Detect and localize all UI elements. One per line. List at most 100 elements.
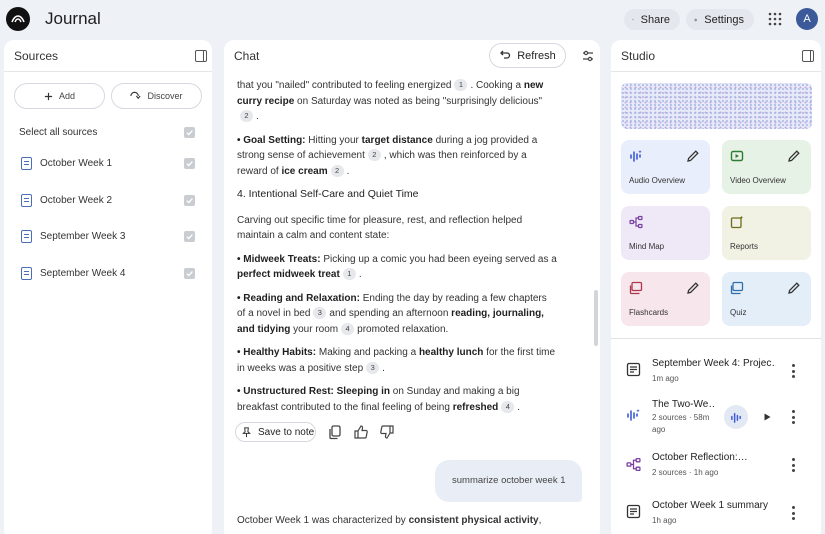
tile-label: Flashcards — [629, 308, 669, 317]
text: promoted relaxation. — [357, 323, 449, 335]
source-item[interactable]: September Week 3 — [4, 227, 212, 247]
studio-panel: Studio Audio Overview Video Overview Min… — [611, 40, 821, 534]
edit-pencil-icon[interactable] — [686, 149, 700, 163]
text: Making and packing a — [318, 347, 417, 358]
edit-pencil-icon[interactable] — [787, 281, 801, 295]
audio-overview-tile[interactable]: Audio Overview — [621, 140, 710, 194]
collapse-panel-icon[interactable] — [195, 50, 207, 62]
thumbs-down-icon[interactable] — [379, 424, 395, 440]
thumbs-up-icon[interactable] — [353, 424, 369, 440]
more-options-icon[interactable] — [790, 410, 796, 424]
refresh-button[interactable]: Refresh — [489, 43, 566, 68]
select-all-checkbox[interactable] — [184, 127, 195, 138]
citation-badge[interactable]: 3 — [366, 361, 380, 374]
source-checkbox[interactable] — [184, 268, 195, 279]
document-icon — [21, 267, 32, 280]
video-overview-tile[interactable]: Video Overview — [722, 140, 811, 194]
app-logo-icon[interactable] — [6, 7, 30, 31]
note-meta: 2 sources · 58m ago — [652, 413, 710, 434]
tile-label: Audio Overview — [629, 176, 686, 185]
settings-button[interactable]: Settings — [686, 9, 754, 30]
quiz-tile[interactable]: Quiz — [722, 272, 811, 326]
tile-label: Video Overview — [730, 176, 786, 185]
more-options-icon[interactable] — [790, 506, 796, 520]
pin-icon — [242, 426, 251, 437]
bold-text: Midweek Treats: — [243, 253, 321, 265]
response-bullet: • Unstructured Rest: Sleeping in on Sund… — [237, 384, 557, 415]
document-icon — [21, 194, 32, 207]
bold-text: target distance — [361, 134, 433, 146]
source-label: September Week 3 — [40, 231, 126, 242]
studio-header: Studio — [611, 40, 821, 72]
chat-scrollbar[interactable] — [594, 290, 598, 346]
settings-label: Settings — [704, 13, 744, 26]
citation-badge[interactable]: 4 — [341, 322, 355, 335]
response-bullet: • Reading and Relaxation: Ending the day… — [237, 291, 557, 338]
collapse-panel-icon[interactable] — [802, 50, 814, 62]
edit-pencil-icon[interactable] — [787, 149, 801, 163]
source-item[interactable]: October Week 2 — [4, 191, 212, 211]
source-checkbox[interactable] — [184, 158, 195, 169]
citation-badge[interactable]: 2 — [240, 110, 253, 122]
response-paragraph: Carving out specific time for pleasure, … — [237, 214, 523, 242]
chat-title: Chat — [234, 49, 260, 63]
audio-wave-icon — [627, 409, 640, 421]
play-button[interactable] — [755, 405, 779, 429]
citation-badge[interactable]: 2 — [367, 149, 381, 161]
avatar[interactable]: A — [796, 8, 818, 30]
bold-text: Goal Setting: — [243, 134, 306, 146]
document-icon — [21, 157, 32, 170]
source-item[interactable]: September Week 4 — [4, 264, 212, 284]
source-item[interactable]: October Week 1 — [4, 154, 212, 174]
add-source-button[interactable]: Add — [14, 83, 105, 109]
flashcards-tile[interactable]: Flashcards — [621, 272, 710, 326]
response-bullet: • Goal Setting: Hitting your target dist… — [237, 133, 557, 180]
user-message-bubble: summarize october week 1 — [435, 460, 582, 502]
mind-map-tile[interactable]: Mind Map — [621, 206, 710, 260]
note-meta: 1h ago — [652, 516, 677, 525]
text: . Cooking a — [470, 80, 522, 91]
more-options-icon[interactable] — [790, 458, 796, 472]
text: that you "nailed" contributed to feeling… — [237, 80, 452, 91]
tune-settings-icon[interactable] — [582, 50, 594, 62]
audio-wave-icon — [630, 150, 642, 162]
note-meta: 2 sources · 1h ago — [652, 468, 719, 477]
save-to-note-button[interactable]: Save to note — [235, 422, 316, 442]
discover-button[interactable]: Discover — [111, 83, 202, 109]
notebook-title[interactable]: Journal — [45, 9, 101, 29]
source-checkbox[interactable] — [184, 195, 195, 206]
more-options-icon[interactable] — [790, 364, 796, 378]
mind-map-icon — [629, 215, 643, 229]
play-icon — [764, 413, 771, 421]
edit-pencil-icon[interactable] — [686, 281, 700, 295]
share-button[interactable]: Share — [624, 9, 680, 30]
apps-grid-icon[interactable] — [768, 12, 782, 26]
copy-icon[interactable] — [327, 424, 343, 440]
citation-badge[interactable]: 4 — [501, 400, 515, 413]
check-icon — [186, 161, 193, 167]
source-checkbox[interactable] — [184, 231, 195, 242]
response-bullet: • Healthy Habits: Making and packing a h… — [237, 345, 557, 376]
check-icon — [186, 271, 193, 277]
bold-text: perfect midweek treat — [237, 269, 340, 280]
source-label: October Week 1 — [40, 158, 113, 169]
studio-banner[interactable] — [621, 83, 812, 129]
citation-badge[interactable]: 1 — [342, 268, 356, 280]
bold-text: Healthy Habits: — [243, 347, 317, 358]
share-label: Share — [640, 13, 670, 26]
citation-badge[interactable]: 1 — [454, 79, 468, 91]
reports-tile[interactable]: Reports — [722, 206, 811, 260]
citation-badge[interactable]: 2 — [330, 164, 344, 177]
assistant-reply: October Week 1 was characterized by cons… — [237, 513, 567, 528]
plus-icon — [44, 92, 53, 100]
note-title: September Week 4: Projec… — [652, 358, 776, 369]
interactive-mode-button[interactable] — [724, 405, 748, 429]
tile-label: Mind Map — [629, 242, 665, 251]
gear-icon — [694, 18, 698, 21]
flashcards-icon — [629, 281, 643, 295]
citation-badge[interactable]: 3 — [313, 307, 327, 319]
text: . — [256, 111, 259, 122]
sources-panel: Sources Add Discover Select all sources … — [4, 40, 212, 534]
top-bar: Journal Share Settings A — [0, 0, 825, 38]
text: . — [382, 362, 385, 374]
